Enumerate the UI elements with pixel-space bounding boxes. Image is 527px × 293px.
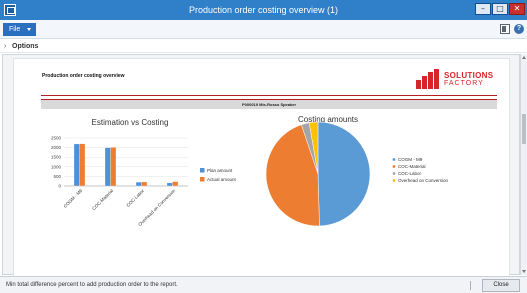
window-title: Production order costing overview (1) — [188, 5, 339, 15]
bar — [104, 147, 111, 187]
bar — [73, 143, 80, 187]
scroll-up-icon[interactable] — [522, 56, 526, 59]
bar — [135, 182, 142, 187]
legend-label: COGM - M9 — [398, 157, 423, 162]
report-title: Production order costing overview — [42, 73, 125, 79]
logo-bars-icon — [416, 69, 440, 89]
close-button[interactable]: Close — [482, 279, 520, 292]
scrollbar-thumb[interactable] — [522, 114, 526, 144]
solutions-factory-logo: SOLUTIONS FACTORY — [416, 65, 496, 91]
legend-label: Plan amount — [207, 168, 233, 173]
x-tick-label: COGM - M9 — [63, 188, 84, 209]
status-message: Min total difference percent to add prod… — [6, 282, 178, 288]
close-window-button[interactable]: ✕ — [509, 3, 525, 15]
y-tick-label: 2500 — [51, 136, 62, 141]
chevron-down-icon — [27, 28, 31, 31]
x-tick-label: COC-Labor — [125, 188, 145, 208]
x-tick-label: COC-Material — [91, 188, 114, 211]
legend-label: Overhead on Conversion — [398, 178, 449, 183]
minimize-button[interactable]: – — [475, 3, 491, 15]
help-icon[interactable]: ? — [514, 24, 524, 34]
bar — [79, 143, 86, 187]
chart-title: Estimation vs Costing — [92, 118, 169, 127]
menu-bar: File ? — [0, 20, 527, 39]
status-separator — [470, 281, 471, 290]
maximize-button[interactable]: □ — [492, 3, 508, 15]
bar — [166, 182, 173, 187]
status-bar: Min total difference percent to add prod… — [0, 276, 527, 293]
y-tick-label: 500 — [53, 174, 61, 179]
title-bar: Production order costing overview (1) – … — [0, 0, 527, 20]
bar — [172, 181, 179, 187]
chevron-right-icon: › — [4, 43, 7, 50]
legend-swatch — [392, 158, 396, 161]
report-page: Production order costing overview SOLUTI… — [13, 58, 510, 276]
options-label: Options — [12, 43, 39, 50]
legend-swatch — [392, 165, 396, 168]
order-band: P000019 Mix-Rosso Speaker — [41, 99, 497, 109]
y-tick-label: 0 — [58, 184, 61, 189]
bar — [141, 181, 148, 187]
legend-label: COC-Material — [398, 164, 426, 169]
report-viewer[interactable]: Production order costing overview SOLUTI… — [2, 54, 520, 276]
file-menu-button[interactable]: File — [3, 23, 36, 36]
legend-swatch — [200, 177, 205, 182]
y-tick-label: 1500 — [51, 155, 62, 160]
costing-amounts-chart: Costing amountsCOGM - M9COC-MaterialCOC-… — [265, 115, 449, 227]
view-toggle-icon[interactable] — [500, 24, 510, 34]
y-tick-label: 2000 — [51, 145, 62, 150]
logo-text-line2: FACTORY — [444, 80, 484, 87]
legend-label: Actual amount — [207, 177, 237, 182]
y-tick-label: 1000 — [51, 164, 62, 169]
header-rule — [41, 95, 497, 96]
estimation-vs-costing-chart: Estimation vs Costing 0 500 1000 1500 2000 250… — [51, 118, 237, 227]
scroll-down-icon[interactable] — [522, 270, 526, 273]
legend-swatch — [200, 168, 205, 173]
pie-slice — [317, 121, 371, 227]
legend-swatch — [392, 172, 396, 175]
legend-label: COC-Labor — [398, 171, 422, 176]
options-section[interactable]: › Options — [0, 40, 527, 53]
file-menu-label: File — [9, 26, 21, 33]
legend-swatch — [392, 179, 396, 182]
bar — [110, 147, 117, 187]
order-band-text: P000019 Mix-Rosso Speaker — [241, 102, 297, 107]
vertical-scrollbar[interactable] — [520, 54, 527, 275]
logo-text-line1: SOLUTIONS — [444, 71, 494, 80]
